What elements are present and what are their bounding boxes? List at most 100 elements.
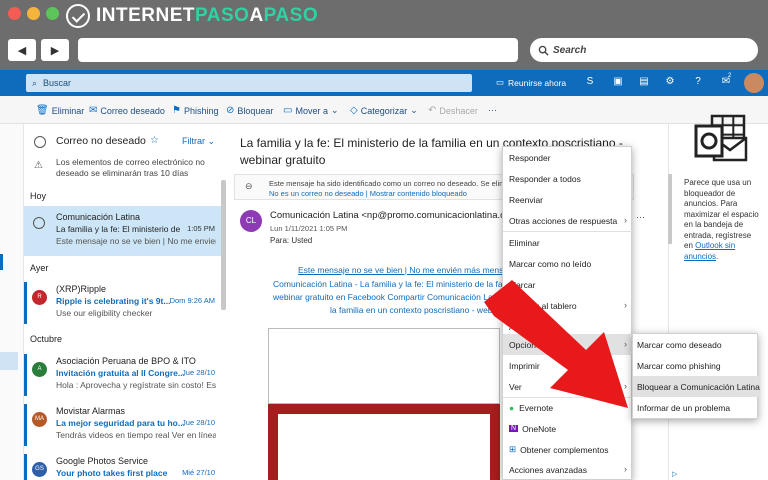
calendar-icon[interactable]: ▤ [638, 76, 650, 88]
item-subject: La familia y la fe: El ministerio de [56, 224, 181, 234]
office-icon[interactable]: ▣ [612, 76, 624, 88]
unread-bar [24, 454, 27, 480]
outlook-logo-icon [694, 114, 748, 162]
search-placeholder: Buscar [43, 78, 72, 88]
ad-blocker-notice: Parece que usa un bloqueador de anuncios… [684, 178, 762, 262]
chevron-down-icon: ⌄ [410, 105, 418, 115]
menu-item-mark-unread[interactable]: Marcar como no leído [503, 253, 633, 274]
recipient: Para: Usted [270, 236, 313, 245]
junk-notice: Los elementos de correo electrónico no d… [56, 157, 205, 178]
not-junk-label: No es un correo no deseado [269, 189, 364, 198]
list-item[interactable]: R (XRP)Ripple Ripple is celebrating it's… [24, 278, 221, 328]
menu-item-forward[interactable]: Reenviar [503, 189, 633, 210]
menu-item-delete[interactable]: Eliminar [503, 232, 633, 253]
warning-icon: ⚠ [34, 160, 43, 171]
select-checkbox[interactable] [33, 217, 45, 229]
skype-icon[interactable]: S [584, 76, 596, 88]
menu-item-advanced[interactable]: Acciones avanzadas › [503, 459, 633, 480]
email-banner-image [268, 404, 500, 480]
unread-bar [24, 404, 27, 446]
search-label: Search [553, 44, 587, 56]
meet-now-button[interactable]: ▭ Reunirse ahora [496, 77, 566, 88]
help-icon[interactable]: ? [692, 76, 704, 88]
block-label: Bloquear [237, 105, 274, 116]
block-button[interactable]: ⊘ Bloquear [226, 105, 273, 116]
junk-info-text: Este mensaje ha sido identificado como u… [269, 179, 523, 188]
submenu-mark-phishing[interactable]: Marcar como phishing [633, 355, 759, 376]
move-label: Mover a [295, 105, 328, 116]
menu-item-label: Obtener complementos [520, 444, 609, 455]
undo-button[interactable]: ↶ Deshacer [428, 105, 478, 116]
mark-not-junk-button[interactable]: ✉ Correo deseado [89, 105, 165, 116]
submenu-mark-not-junk[interactable]: Marcar como deseado [633, 334, 759, 355]
delete-label: Eliminar [51, 105, 85, 116]
junk-label: Correo deseado [100, 105, 165, 116]
ad-end: . [716, 251, 719, 261]
item-from: Comunicación Latina [56, 212, 141, 222]
mail-search-input[interactable]: ⌕ Buscar [26, 74, 472, 92]
show-blocked-label: Mostrar contenido bloqueado [369, 189, 467, 198]
check-icon [66, 4, 90, 28]
not-junk-link[interactable]: No es un correo no deseado | Mostrar con… [269, 189, 467, 198]
favorite-star-icon[interactable]: ☆ [150, 135, 159, 146]
menu-item-reply-all[interactable]: Responder a todos [503, 168, 633, 189]
envelope-icon: ✉ [89, 105, 98, 116]
list-scrollbar[interactable] [221, 180, 226, 310]
item-preview: Tendrás videos en tiempo real Ver en lín… [56, 430, 216, 440]
list-item[interactable]: A Asociación Peruana de BPO & ITO Invita… [24, 350, 221, 400]
rail-selected[interactable] [0, 352, 18, 370]
item-date: Mié 27/10 [182, 468, 215, 477]
maximize-window-icon[interactable] [46, 7, 59, 20]
item-date: Jue 28/10 [182, 418, 215, 427]
forward-button[interactable]: ▶ [41, 39, 69, 61]
move-to-button[interactable]: ▭ Mover a ⌄ [283, 105, 339, 116]
back-button[interactable]: ◀ [8, 39, 36, 61]
user-avatar[interactable] [744, 73, 764, 93]
close-window-icon[interactable] [8, 7, 21, 20]
video-icon: ▭ [496, 77, 505, 87]
browser-search-input[interactable]: Search [530, 38, 758, 62]
item-preview: Use our eligibility checker [56, 308, 153, 318]
menu-item-other-reply[interactable]: Otras acciones de respuesta › [503, 210, 633, 231]
more-label: ··· [488, 105, 497, 115]
menu-item-reply[interactable]: Responder [503, 147, 633, 168]
item-date: 1:05 PM [187, 224, 215, 233]
section-header: Ayer [30, 263, 49, 273]
submenu-block-sender[interactable]: Bloquear a Comunicación Latina [633, 376, 760, 397]
chevron-down-icon: ⌄ [330, 105, 339, 115]
section-header: Hoy [30, 191, 47, 201]
section-header: Octubre [30, 334, 63, 344]
ad-choices-icon[interactable]: ▷ [672, 470, 677, 478]
annotation-arrow-icon [484, 280, 628, 408]
meet-now-label: Reunirse ahora [508, 77, 567, 88]
list-item[interactable]: GS Google Photos Service Your photo take… [24, 450, 221, 480]
more-actions-button[interactable]: ··· [488, 105, 497, 115]
sender-address: Comunicación Latina <np@promo.comunicaci… [270, 210, 519, 221]
item-preview: Este mensaje no se ve bien | No me envie… [56, 236, 216, 246]
menu-item-get-addins[interactable]: ⊞ Obtener complementos [503, 439, 633, 460]
filter-button[interactable]: Filtrar ⌄ [182, 136, 215, 147]
submenu-report-problem[interactable]: Informar de un problema [633, 397, 759, 418]
list-item[interactable]: MA Movistar Alarmas La mejor seguridad p… [24, 400, 221, 450]
categorize-button[interactable]: ◇ Categorizar ⌄ [350, 105, 418, 116]
select-all-checkbox[interactable] [34, 136, 46, 148]
delete-button[interactable]: 🗑 Eliminar [36, 105, 84, 116]
more-options-icon[interactable]: ··· [636, 212, 645, 222]
body-link[interactable]: Este mensaje no se ve bien | No me envié… [298, 265, 508, 275]
chevron-right-icon: › [624, 215, 627, 225]
item-subject: Invitación gratuita al II Congre... [56, 368, 185, 378]
ad-scrollbar[interactable] [668, 174, 672, 244]
item-subject: Your photo takes first place [56, 468, 168, 478]
minimize-window-icon[interactable] [27, 7, 40, 20]
search-icon [538, 45, 549, 56]
item-avatar: GS [32, 462, 47, 477]
browser-chrome: INTERNETPASOAPASO ◀ ▶ Search [0, 0, 768, 70]
phishing-button[interactable]: ⚑ Phishing [172, 105, 219, 116]
folder-icon: ▭ [283, 105, 293, 116]
item-preview: Hola : Aprovecha y regístrate sin costo!… [56, 380, 216, 390]
list-item[interactable]: Comunicación Latina La familia y la fe: … [24, 206, 221, 256]
url-bar[interactable] [78, 38, 518, 62]
phishing-label: Phishing [183, 105, 219, 116]
item-from: Google Photos Service [56, 456, 149, 466]
settings-icon[interactable]: ⚙ [664, 76, 676, 88]
